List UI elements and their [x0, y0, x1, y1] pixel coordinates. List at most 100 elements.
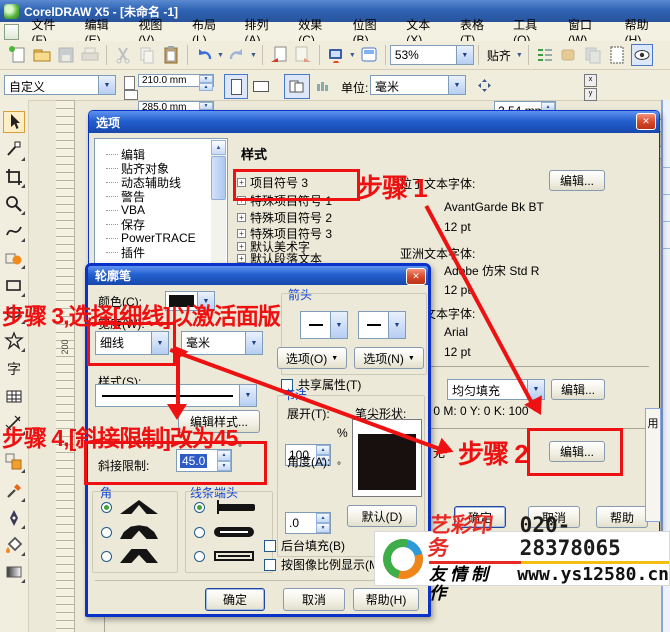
page-border-icon[interactable] [607, 45, 627, 65]
undo-dropdown-icon[interactable]: ▼ [217, 52, 224, 59]
tree-item-powertrace[interactable]: PowerTRACE [95, 231, 227, 245]
new-document-icon[interactable] [8, 45, 28, 65]
corner-round-row[interactable] [101, 525, 158, 539]
portrait-button[interactable] [224, 74, 248, 99]
close-icon[interactable]: ✕ [406, 268, 426, 285]
corner-bevel-radio[interactable] [101, 551, 112, 562]
expand-plus-icon[interactable]: + [237, 213, 246, 222]
outline-ok-button[interactable]: 确定 [205, 588, 265, 611]
width-units-combo[interactable]: 毫米 ▼ [181, 331, 263, 355]
welcome-screen-icon[interactable] [359, 45, 379, 65]
fill-tool[interactable] [4, 535, 24, 555]
cap-square-radio[interactable] [194, 551, 205, 562]
corner-round-radio[interactable] [101, 527, 112, 538]
start-arrow-combo[interactable]: ▼ [300, 311, 348, 339]
tree-item-vba[interactable]: VBA [95, 203, 227, 217]
all-pages-button[interactable] [284, 74, 310, 99]
menu-text[interactable]: 文本(X) [397, 22, 451, 41]
cap-round-row[interactable] [194, 525, 258, 539]
application-launcher-icon[interactable] [326, 45, 346, 65]
cut-icon[interactable] [113, 45, 133, 65]
spin-down-icon[interactable]: ▲ [199, 83, 213, 91]
export-office-icon[interactable] [559, 45, 579, 65]
table-tool[interactable] [4, 387, 24, 407]
duplicate-icon[interactable] [583, 45, 603, 65]
nib-default-button[interactable]: 默认(D) [347, 505, 417, 527]
menu-arrange[interactable]: 排列(A) [236, 22, 290, 41]
menu-window[interactable]: 窗口(W) [559, 22, 616, 41]
expand-plus-icon[interactable]: + [237, 229, 246, 238]
spin-up-icon[interactable]: ▼ [199, 102, 213, 110]
redo-icon[interactable] [227, 45, 247, 65]
rectangle-tool[interactable] [4, 276, 24, 296]
apply-button-fragment[interactable]: 用 [646, 415, 660, 431]
redo-dropdown-icon[interactable]: ▼ [250, 52, 257, 59]
import-icon[interactable] [269, 45, 289, 65]
snap-dropdown-icon[interactable]: ▼ [516, 52, 523, 59]
chevron-down-icon[interactable]: ▼ [239, 385, 256, 406]
end-arrow-combo[interactable]: ▼ [358, 311, 406, 339]
zoom-level-combo[interactable]: 53% ▼ [390, 45, 474, 65]
corner-miter-radio[interactable] [101, 502, 112, 513]
undo-icon[interactable] [194, 45, 214, 65]
scale-with-image-row[interactable]: 按图像比例显示(M) [264, 556, 383, 573]
current-page-button[interactable] [312, 76, 334, 95]
outline-pen-title-bar[interactable]: 轮廓笔 [88, 266, 428, 285]
tree-item-dynamic-guides[interactable]: 动态辅助线 [95, 175, 227, 189]
units-combo[interactable]: 毫米 ▼ [370, 75, 466, 95]
chevron-down-icon[interactable]: ▼ [98, 76, 115, 94]
menu-layout[interactable]: 布局(L) [183, 22, 236, 41]
scrollbar-thumb[interactable] [211, 156, 226, 200]
export-icon[interactable] [293, 45, 313, 65]
snap-to-label[interactable]: 贴齐 [483, 47, 515, 64]
cap-butt-radio[interactable] [194, 502, 205, 513]
shape-tool[interactable] [4, 140, 24, 160]
chevron-down-icon[interactable]: ▼ [245, 332, 262, 354]
page-preset-combo[interactable]: 自定义 ▼ [4, 75, 116, 95]
interactive-fill-tool[interactable] [4, 562, 24, 582]
outline-cancel-button[interactable]: 取消 [283, 588, 345, 611]
save-icon[interactable] [56, 45, 76, 65]
text-tool[interactable]: 字 [4, 359, 24, 379]
outline-pen-tool[interactable] [4, 508, 24, 528]
scroll-up-icon[interactable]: ▲ [211, 140, 226, 155]
freehand-tool[interactable] [4, 221, 24, 241]
menu-edit[interactable]: 编辑(E) [76, 22, 130, 41]
edit-latin-font-button[interactable]: 编辑... [549, 170, 605, 191]
style-item-special2[interactable]: +特殊项目符号 2 [237, 209, 332, 226]
corner-bevel-row[interactable] [101, 549, 158, 563]
print-icon[interactable] [80, 45, 100, 65]
enhanced-view-eye-icon[interactable] [631, 44, 653, 66]
launcher-dropdown-icon[interactable]: ▼ [349, 52, 356, 59]
open-icon[interactable] [32, 45, 52, 65]
behind-fill-row[interactable]: 后台填充(B) [264, 537, 345, 554]
options-icon[interactable] [535, 45, 555, 65]
edit-fill-button[interactable]: 编辑... [551, 379, 605, 400]
tree-item-save[interactable]: 保存 [95, 217, 227, 231]
vertical-ruler[interactable] [56, 100, 75, 632]
paste-icon[interactable] [161, 45, 181, 65]
arrow-options-o-button[interactable]: 选项(O)▼ [277, 347, 347, 369]
cap-butt-row[interactable] [194, 500, 258, 514]
expand-plus-icon[interactable]: + [237, 254, 246, 263]
arrow-options-n-button[interactable]: 选项(N)▼ [354, 347, 424, 369]
menu-help[interactable]: 帮助(H) [616, 22, 670, 41]
scale-with-image-checkbox[interactable] [264, 559, 276, 571]
cap-square-row[interactable] [194, 549, 258, 563]
behind-fill-checkbox[interactable] [264, 540, 276, 552]
outline-help-button[interactable]: 帮助(H) [353, 588, 419, 611]
angle-field[interactable]: .0 ▲▼ [285, 512, 331, 534]
pick-tool[interactable] [3, 111, 25, 133]
tree-item-warnings[interactable]: 警告 [95, 189, 227, 203]
corner-miter-row[interactable] [101, 500, 158, 514]
zoom-tool[interactable] [4, 194, 24, 214]
blend-tool[interactable] [4, 452, 24, 472]
spin-up-icon[interactable]: ▼ [199, 75, 213, 83]
copy-icon[interactable] [137, 45, 157, 65]
crop-tool[interactable] [4, 167, 24, 187]
tree-item-plugins[interactable]: 插件 [95, 245, 227, 259]
chevron-down-icon[interactable]: ▼ [456, 46, 473, 64]
chevron-down-icon[interactable]: ▼ [448, 76, 465, 94]
paper-width-field[interactable]: 210.0 mm▼▲ [138, 74, 214, 87]
landscape-button[interactable] [250, 77, 272, 95]
